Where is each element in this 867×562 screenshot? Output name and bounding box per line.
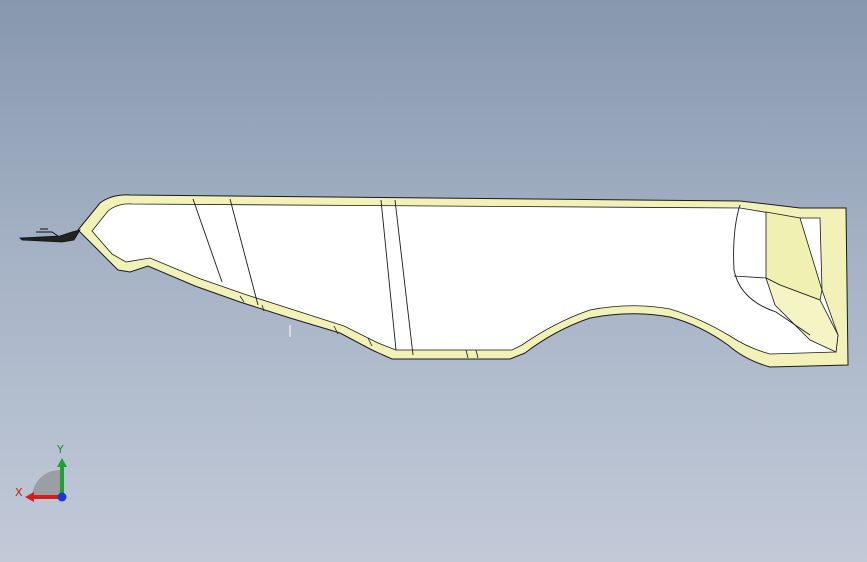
x-axis-label: X [15, 486, 23, 499]
3d-viewport[interactable]: Y X [0, 0, 867, 562]
coordinate-triad-icon[interactable] [10, 440, 80, 510]
x-axis-arrowhead [25, 492, 34, 502]
part-main-face [91, 203, 839, 355]
part-model[interactable] [0, 0, 867, 562]
y-axis-label: Y [57, 443, 64, 456]
part-left-tip-hook [36, 228, 59, 237]
triad-plane-shading [32, 469, 60, 495]
y-axis-arrowhead [57, 458, 67, 467]
z-axis-dot [57, 492, 67, 502]
